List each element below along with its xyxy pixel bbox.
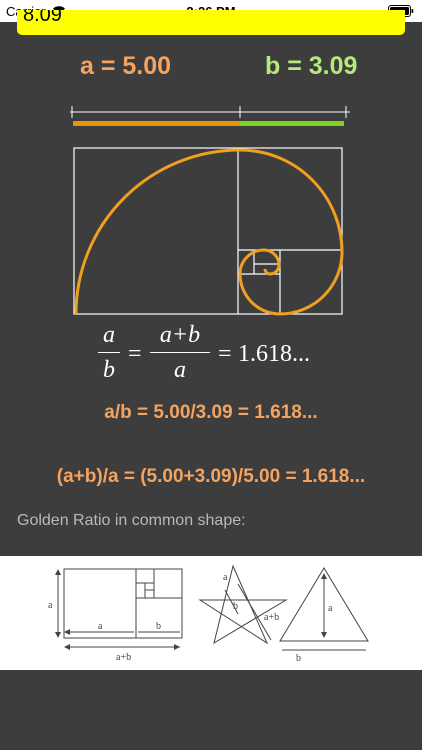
- fraction-sum-over-a: a+b a: [150, 322, 210, 384]
- fraction-2-numerator: a+b: [159, 322, 201, 348]
- ratio-a-over-b: a/b = 5.00/3.09 = 1.618...: [104, 402, 318, 423]
- rect-label-sum: a+b: [116, 652, 131, 663]
- star-label-b: b: [233, 601, 238, 612]
- star-label-sum: a+b: [264, 612, 279, 623]
- triangle-label-b: b: [296, 653, 301, 664]
- fraction-a-over-b: a b: [98, 322, 120, 384]
- fraction-1-denominator: b: [103, 357, 115, 383]
- equals-sign-1: =: [128, 341, 142, 367]
- common-shapes-caption: Golden Ratio in common shape:: [17, 512, 246, 529]
- fraction-1-numerator: a: [103, 322, 115, 348]
- total-input-value: 8.09: [23, 10, 62, 26]
- segment-a-bar: [73, 121, 240, 126]
- shape-golden-rectangle: [63, 568, 183, 639]
- value-a-label: a = 5.00: [80, 52, 172, 80]
- rect-label-a: a: [48, 600, 53, 611]
- shape-pentagram-lines: [198, 564, 288, 645]
- fraction-2-denominator: a: [174, 357, 186, 383]
- rect-label-bottom-a: a: [98, 621, 103, 632]
- ratio-sum-over-a: (a+b)/a = (5.00+3.09)/5.00 = 1.618...: [56, 466, 366, 487]
- ruler: [70, 106, 350, 118]
- shape-pentagram: [200, 566, 286, 643]
- golden-spiral-diagram: [70, 106, 350, 316]
- golden-ratio-formula: a b = a+b a = 1.618...: [96, 322, 336, 388]
- formula-result: 1.618...: [238, 341, 310, 367]
- value-b-label: b = 3.09: [265, 52, 358, 80]
- golden-spiral: [74, 148, 344, 316]
- golden-rectangles: [73, 147, 343, 315]
- total-input-field[interactable]: 8.09: [17, 10, 405, 35]
- triangle-label-a: a: [328, 603, 333, 614]
- common-shapes-illustration: a a b a+b a b a+b a b: [0, 556, 422, 670]
- star-label-a: a: [223, 572, 228, 583]
- rect-label-bottom-b: b: [156, 621, 161, 632]
- equals-sign-2: =: [218, 341, 232, 367]
- segment-b-bar: [240, 121, 344, 126]
